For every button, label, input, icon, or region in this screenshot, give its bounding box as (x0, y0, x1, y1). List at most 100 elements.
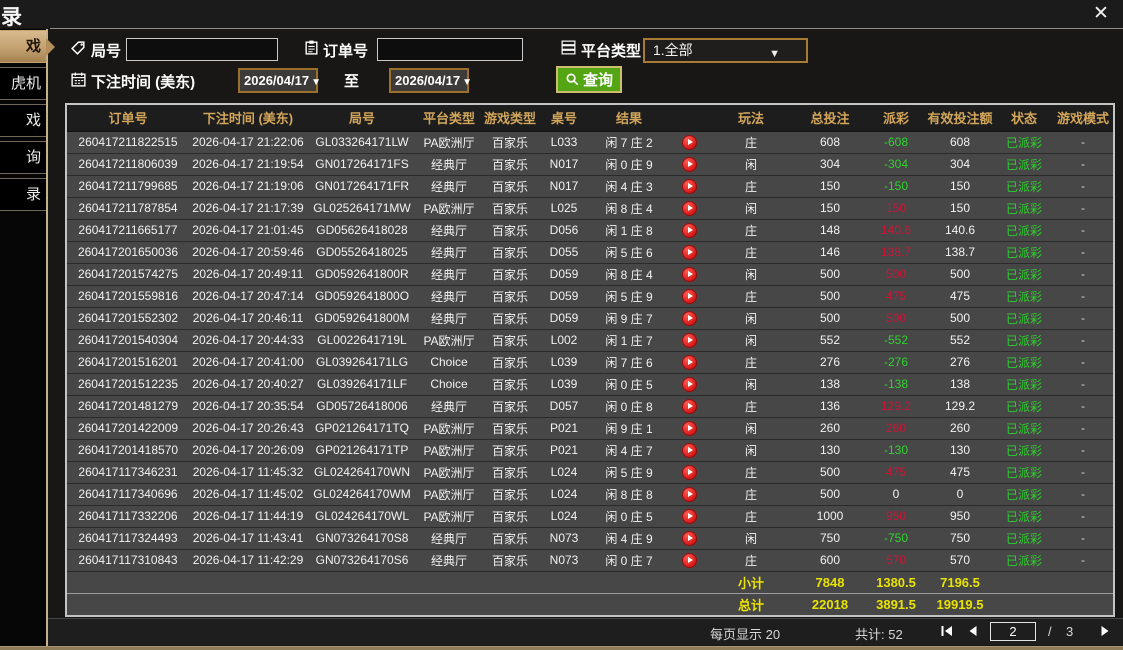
cell-payout: 260 (867, 417, 925, 439)
cell-bet-time: 2026-04-17 20:26:43 (189, 417, 307, 439)
replay-icon[interactable] (682, 465, 697, 480)
cell-table-no: D056 (539, 219, 589, 241)
cell-bet-time: 2026-04-17 20:35:54 (189, 395, 307, 417)
replay-icon[interactable] (682, 223, 697, 238)
replay-icon[interactable] (682, 201, 697, 216)
date-to-value: 2026/04/17 (395, 73, 460, 88)
replay-icon[interactable] (682, 531, 697, 546)
table-row: 2604172015403042026-04-17 20:44:33GL0022… (67, 329, 1113, 351)
sidebar-item-1[interactable]: 虎机 (0, 67, 46, 100)
cell-bet-time: 2026-04-17 21:01:45 (189, 219, 307, 241)
cell-status: 已派彩 (995, 263, 1053, 285)
platform-type-select[interactable]: 1.全部 ▼ (643, 38, 808, 63)
cell-play: 庄 (709, 351, 793, 373)
cell-play: 庄 (709, 285, 793, 307)
cell-order-id: 260417211822515 (67, 131, 189, 153)
cell-status: 已派彩 (995, 241, 1053, 263)
cell-mode: - (1053, 549, 1113, 571)
cell-table-no: D057 (539, 395, 589, 417)
cell-valid-bet: 304 (925, 153, 995, 175)
sidebar-item-3[interactable]: 询 (0, 141, 46, 174)
replay-icon[interactable] (682, 289, 697, 304)
table-row: 2604172016500362026-04-17 20:59:46GD0552… (67, 241, 1113, 263)
cell-valid-bet: 150 (925, 175, 995, 197)
sidebar-item-4[interactable]: 录 (0, 178, 46, 211)
subtotal-row-value: 1380.5 (867, 571, 925, 593)
cell-order-id: 260417117332206 (67, 505, 189, 527)
date-from-picker[interactable]: 2026/04/17▼ (238, 68, 318, 93)
replay-icon[interactable] (682, 553, 697, 568)
cell-platform: PA欧洲厅 (417, 417, 481, 439)
round-id-input[interactable] (126, 38, 278, 61)
cell-mode: - (1053, 373, 1113, 395)
replay-icon[interactable] (682, 509, 697, 524)
order-id-input[interactable] (377, 38, 523, 61)
cell-order-id: 260417201650036 (67, 241, 189, 263)
sidebar-item-2[interactable]: 戏 (0, 104, 46, 137)
replay-icon[interactable] (682, 135, 697, 150)
cell-replay (669, 131, 709, 153)
window-title-partial: 录 (1, 1, 22, 31)
cell-status: 已派彩 (995, 373, 1053, 395)
replay-icon[interactable] (682, 179, 697, 194)
cell-replay (669, 175, 709, 197)
cell-valid-bet: 140.6 (925, 219, 995, 241)
replay-icon[interactable] (682, 399, 697, 414)
query-button-label: 查询 (583, 69, 613, 90)
replay-icon[interactable] (682, 421, 697, 436)
empty-cell (189, 571, 307, 593)
cell-valid-bet: 500 (925, 307, 995, 329)
column-header: 状态 (995, 105, 1053, 131)
cell-total-bet: 276 (793, 351, 867, 373)
subtotal-row: 小计78481380.57196.5 (67, 571, 1113, 593)
cell-status: 已派彩 (995, 461, 1053, 483)
cell-result: 闲 8 庄 4 (589, 197, 669, 219)
cell-game-type: 百家乐 (481, 329, 539, 351)
cell-bet-time: 2026-04-17 20:26:09 (189, 439, 307, 461)
cell-result: 闲 1 庄 7 (589, 329, 669, 351)
cell-valid-bet: 570 (925, 549, 995, 571)
cell-bet-time: 2026-04-17 21:19:54 (189, 153, 307, 175)
cell-order-id: 260417201422009 (67, 417, 189, 439)
cell-payout: -552 (867, 329, 925, 351)
next-page-button[interactable] (1096, 624, 1114, 640)
column-header: 桌号 (539, 105, 589, 131)
prev-page-button[interactable] (964, 624, 982, 640)
cell-valid-bet: 130 (925, 439, 995, 461)
cell-order-id: 260417117310843 (67, 549, 189, 571)
cell-status: 已派彩 (995, 285, 1053, 307)
replay-icon[interactable] (682, 157, 697, 172)
cell-payout: 0 (867, 483, 925, 505)
cell-play: 闲 (709, 197, 793, 219)
cell-payout: 500 (867, 263, 925, 285)
replay-icon[interactable] (682, 333, 697, 348)
cell-play: 闲 (709, 439, 793, 461)
cell-total-bet: 138 (793, 373, 867, 395)
date-to-picker[interactable]: 2026/04/17▼ (389, 68, 469, 93)
cell-status: 已派彩 (995, 417, 1053, 439)
cell-round-id: GN073264170S6 (307, 549, 417, 571)
query-button[interactable]: 查询 (556, 66, 622, 93)
replay-icon[interactable] (682, 355, 697, 370)
cell-valid-bet: 138 (925, 373, 995, 395)
close-icon[interactable]: ✕ (1089, 3, 1113, 25)
cell-result: 闲 7 庄 6 (589, 351, 669, 373)
replay-icon[interactable] (682, 311, 697, 326)
page-number-input[interactable] (990, 622, 1036, 641)
cell-mode: - (1053, 219, 1113, 241)
replay-icon[interactable] (682, 377, 697, 392)
cell-valid-bet: 950 (925, 505, 995, 527)
replay-icon[interactable] (682, 443, 697, 458)
cell-table-no: N073 (539, 527, 589, 549)
cell-mode: - (1053, 175, 1113, 197)
replay-icon[interactable] (682, 487, 697, 502)
cell-platform: PA欧洲厅 (417, 329, 481, 351)
cell-bet-time: 2026-04-17 20:44:33 (189, 329, 307, 351)
replay-icon[interactable] (682, 267, 697, 282)
sidebar-item-0[interactable]: 戏 (0, 30, 46, 63)
table-body: 2604172118225152026-04-17 21:22:06GL0332… (67, 131, 1113, 615)
cell-result: 闲 0 庄 5 (589, 505, 669, 527)
chevron-down-icon: ▼ (462, 77, 472, 88)
replay-icon[interactable] (682, 245, 697, 260)
first-page-button[interactable] (938, 624, 956, 640)
